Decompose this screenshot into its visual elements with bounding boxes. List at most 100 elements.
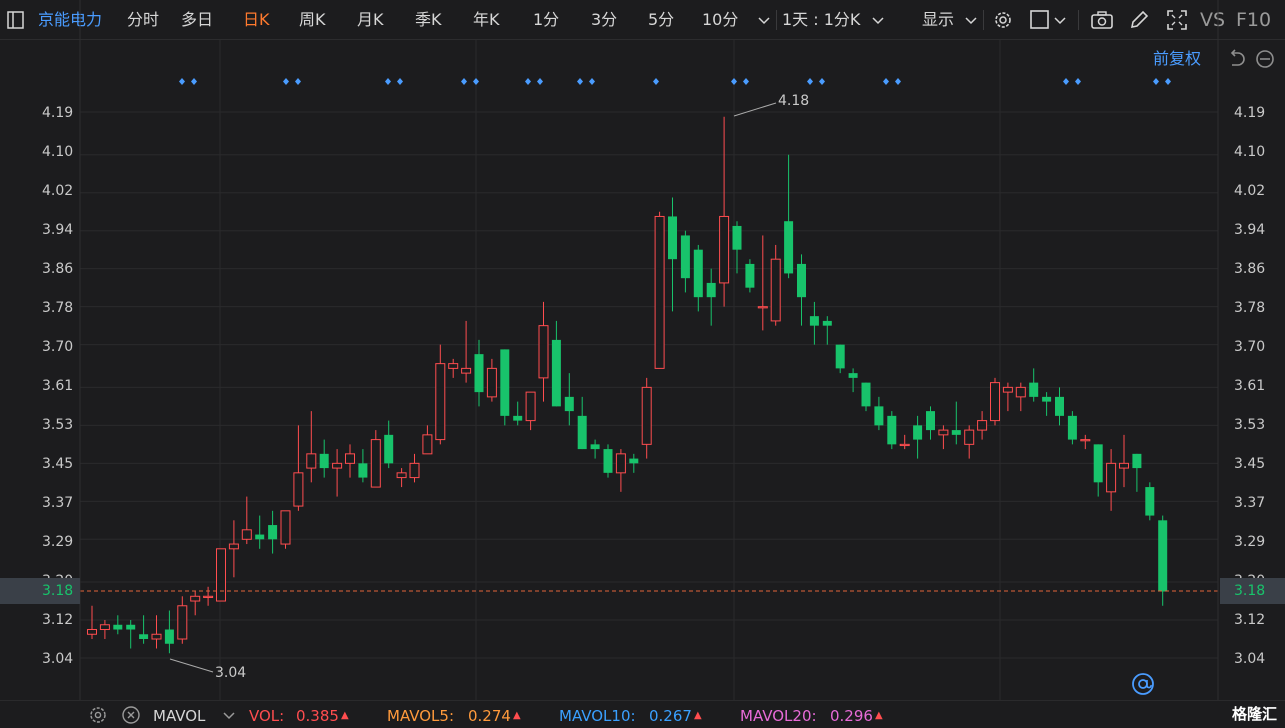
- tick-label: 3.94: [42, 222, 74, 238]
- candle-body: [835, 344, 845, 369]
- tick-label: 3.45: [1234, 456, 1266, 472]
- candle-body: [641, 386, 652, 445]
- candle-body: [1080, 439, 1091, 442]
- tick-label: 3.04: [42, 651, 74, 667]
- tick-label: 3.29: [42, 534, 74, 550]
- event-marker-icon: [385, 78, 391, 85]
- candle-body: [396, 472, 407, 479]
- event-marker-icon: [883, 78, 889, 85]
- event-marker-icon: [1165, 78, 1171, 85]
- indicator-bar: MAVOL VOL: 0.385 ▲ MAVOL5: 0.274 ▲ MAVOL…: [0, 700, 1285, 728]
- candle-body: [913, 425, 923, 440]
- chevron-down-icon[interactable]: [222, 705, 236, 725]
- candle-body: [228, 543, 239, 550]
- candle-body: [306, 453, 317, 469]
- candle-body: [435, 363, 446, 441]
- vol-value: 0.385: [296, 707, 339, 725]
- tick-label: 4.02: [42, 183, 74, 199]
- low-annotation-line: [169, 658, 214, 673]
- candle-body: [590, 444, 600, 450]
- event-marker-icon: [525, 78, 531, 85]
- tick-label: 3.37: [42, 495, 74, 511]
- candle-body: [151, 633, 162, 640]
- candle-body: [474, 354, 484, 393]
- event-marker-icon: [743, 78, 749, 85]
- candle-body: [938, 429, 949, 436]
- tick-label: 3.12: [1234, 612, 1266, 628]
- high-annotation-line: [733, 102, 777, 117]
- tick-label: 3.12: [42, 612, 74, 628]
- tick-label: 3.04: [1234, 651, 1266, 667]
- candle-body: [551, 339, 561, 407]
- candle-body: [1042, 396, 1052, 402]
- tick-label: 4.10: [1234, 144, 1266, 160]
- candle-body: [513, 415, 523, 421]
- event-markers: [179, 78, 1171, 85]
- candlestick-chart[interactable]: [0, 0, 1285, 700]
- tick-label: 3.29: [1234, 534, 1266, 550]
- tick-label: 3.70: [1234, 339, 1266, 355]
- candle-body: [874, 406, 884, 426]
- candle-body: [384, 434, 394, 464]
- event-marker-icon: [577, 78, 583, 85]
- candle-body: [822, 320, 832, 326]
- event-marker-icon: [589, 78, 595, 85]
- mavol10-value: 0.267: [649, 707, 692, 725]
- at-icon[interactable]: [1131, 672, 1155, 696]
- candle-body: [345, 453, 355, 464]
- mavol10-label: MAVOL10:: [559, 707, 636, 725]
- candle-body: [784, 221, 794, 274]
- event-marker-icon: [819, 78, 825, 85]
- candle-body: [280, 510, 291, 545]
- event-marker-icon: [1075, 78, 1081, 85]
- mavol5-label: MAVOL5:: [387, 707, 455, 725]
- gear-icon[interactable]: [88, 705, 108, 725]
- candle-body: [422, 434, 433, 455]
- tick-label: 3.78: [1234, 300, 1266, 316]
- event-marker-icon: [1153, 78, 1159, 85]
- event-marker-icon: [461, 78, 467, 85]
- candles: [87, 116, 1168, 654]
- candle-body: [255, 534, 265, 540]
- candle-body: [977, 420, 988, 431]
- candle-body: [164, 629, 174, 644]
- brand-logo: 格隆汇: [1231, 705, 1277, 723]
- candle-body: [319, 453, 329, 469]
- tick-label: 4.02: [1234, 183, 1266, 199]
- candle-body: [706, 282, 716, 298]
- arrow-up-icon: ▲: [341, 710, 349, 721]
- candle-body: [603, 449, 613, 473]
- tick-label: 3.86: [1234, 261, 1266, 277]
- candle-body: [409, 462, 420, 479]
- candle-body: [1119, 462, 1129, 469]
- candle-body: [887, 415, 897, 445]
- close-icon[interactable]: [121, 705, 141, 725]
- candle-body: [1029, 382, 1039, 397]
- candle-body: [525, 391, 536, 422]
- candle-body: [577, 415, 587, 450]
- current-price-tag-left: 3.18: [0, 578, 80, 604]
- candle-body: [1015, 386, 1026, 398]
- candle-body: [770, 258, 781, 322]
- candle-body: [1093, 444, 1103, 483]
- event-marker-icon: [295, 78, 301, 85]
- high-annotation: 4.18: [778, 93, 810, 109]
- arrow-up-icon: ▲: [513, 710, 521, 721]
- candle-body: [293, 472, 304, 507]
- mavol20-value: 0.296: [830, 707, 873, 725]
- tick-label: 3.94: [1234, 222, 1266, 238]
- candle-body: [113, 624, 123, 630]
- indicator-name[interactable]: MAVOL: [153, 706, 205, 726]
- tick-label: 3.45: [42, 456, 74, 472]
- candle-body: [745, 263, 755, 288]
- candle-body: [564, 396, 574, 412]
- candle-body: [486, 367, 497, 398]
- candle-body: [899, 443, 910, 447]
- event-marker-icon: [191, 78, 197, 85]
- candle-body: [615, 453, 626, 474]
- candle-body: [1002, 386, 1013, 393]
- event-marker-icon: [653, 78, 659, 85]
- candle-body: [139, 634, 149, 640]
- candle-body: [951, 430, 961, 435]
- candle-body: [1106, 462, 1117, 493]
